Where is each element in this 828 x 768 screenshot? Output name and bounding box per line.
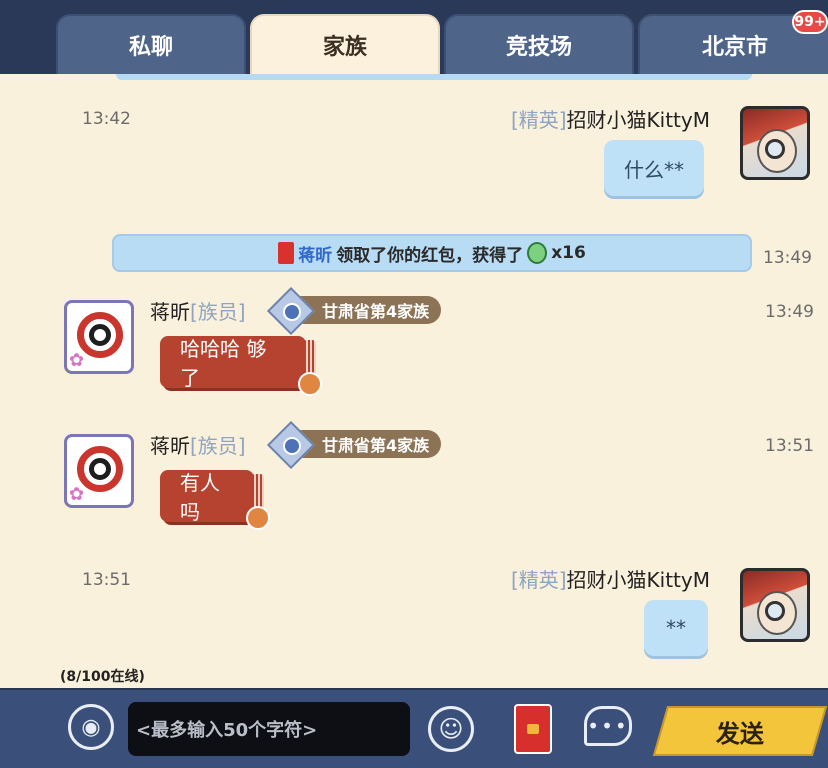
avatar[interactable]: ✿ — [64, 300, 134, 374]
tab-arena[interactable]: 竞技场 — [444, 14, 634, 74]
system-message: 蒋昕 领取了你的红包，获得了 x16 — [112, 234, 752, 272]
clan-tag[interactable]: 甘肃省第4家族 — [266, 286, 442, 336]
sender-name[interactable]: [精英]招财小猫KittyM — [511, 104, 710, 133]
avatar-ring-inner — [89, 324, 111, 346]
message-bubble[interactable]: 什么** — [604, 140, 704, 196]
message-time: 13:49 — [763, 248, 812, 268]
unread-badge: 99+ — [792, 10, 828, 34]
sender-rank: [族员] — [190, 300, 246, 324]
voice-button[interactable]: ◉ — [68, 704, 114, 750]
clan-emblem-icon — [266, 286, 316, 336]
star-icon: ✿ — [69, 350, 85, 371]
sender-nickname: 招财小猫KittyM — [566, 568, 710, 592]
star-icon: ✿ — [69, 484, 85, 505]
tab-bar: 私聊 家族 竞技场 北京市 99+ — [0, 0, 828, 74]
message-text: ** — [666, 616, 686, 640]
chat-more-button[interactable]: ••• — [584, 706, 632, 746]
sender-rank: [族员] — [190, 434, 246, 458]
message-time: 13:51 — [82, 570, 131, 590]
sender-name[interactable]: [精英]招财小猫KittyM — [511, 564, 710, 593]
tab-private[interactable]: 私聊 — [56, 14, 246, 74]
send-button[interactable]: 发送 — [652, 706, 828, 756]
sender-nickname: 招财小猫KittyM — [566, 108, 710, 132]
tab-arena-label: 竞技场 — [505, 35, 572, 60]
chat-more-icon: ••• — [587, 714, 629, 738]
basketball-icon — [298, 372, 322, 396]
red-packet-button[interactable] — [514, 704, 552, 754]
message-time: 13:49 — [765, 302, 814, 322]
online-count: (8/100在线) — [60, 669, 145, 685]
message-text: 什么** — [624, 157, 684, 182]
sender-name[interactable]: 蒋昕[族员] — [150, 430, 246, 459]
clan-name: 甘肃省第4家族 — [298, 296, 442, 324]
message-input[interactable]: <最多输入50个字符> — [128, 702, 410, 756]
basketball-icon — [246, 506, 270, 530]
voice-icon: ◉ — [81, 714, 101, 740]
red-packet-icon — [278, 242, 295, 264]
message-time: 13:42 — [82, 109, 131, 129]
emoji-button[interactable]: ☺ — [428, 706, 474, 752]
avatar[interactable] — [740, 568, 810, 642]
message-bubble[interactable]: 有人吗 — [160, 470, 264, 524]
clan-tag[interactable]: 甘肃省第4家族 — [266, 420, 442, 470]
send-button-label: 发送 — [716, 719, 764, 748]
tab-family[interactable]: 家族 — [250, 14, 440, 74]
message-text: 有人吗 — [180, 471, 220, 524]
emoji-icon: ☺ — [438, 715, 464, 743]
tab-city-label: 北京市 — [701, 35, 768, 60]
tab-private-label: 私聊 — [128, 35, 173, 60]
clan-name: 甘肃省第4家族 — [298, 430, 442, 458]
red-packet-icon — [527, 724, 539, 734]
chat-area[interactable]: 13:42 [精英]招财小猫KittyM 什么** 蒋昕 领取了你的红包，获得了… — [0, 74, 828, 688]
sender-rank: [精英] — [510, 568, 567, 592]
clan-emblem-icon — [266, 420, 316, 470]
avatar-magnifier — [765, 601, 785, 621]
system-message-user[interactable]: 蒋昕 — [298, 241, 332, 266]
sender-nickname: 蒋昕 — [150, 434, 190, 458]
message-text: 哈哈哈 够了 — [180, 337, 267, 390]
sender-rank: [精英] — [510, 108, 567, 132]
avatar[interactable]: ✿ — [64, 434, 134, 508]
avatar-ring-inner — [89, 458, 111, 480]
avatar[interactable] — [740, 106, 810, 180]
reward-count: x16 — [551, 243, 586, 263]
message-bubble[interactable]: 哈哈哈 够了 — [160, 336, 316, 390]
tab-family-label: 家族 — [322, 35, 367, 60]
previous-message-edge — [116, 74, 752, 80]
input-bar: ◉ <最多输入50个字符> ☺ ••• 发送 — [0, 688, 828, 768]
sender-nickname: 蒋昕 — [150, 300, 190, 324]
sender-name[interactable]: 蒋昕[族员] — [150, 296, 246, 325]
message-bubble[interactable]: ** — [644, 600, 708, 656]
system-message-text: 领取了你的红包，获得了 — [336, 245, 524, 266]
gem-icon — [527, 242, 548, 264]
message-input-placeholder: <最多输入50个字符> — [136, 720, 318, 741]
message-time: 13:51 — [765, 436, 814, 456]
avatar-magnifier — [765, 139, 785, 159]
